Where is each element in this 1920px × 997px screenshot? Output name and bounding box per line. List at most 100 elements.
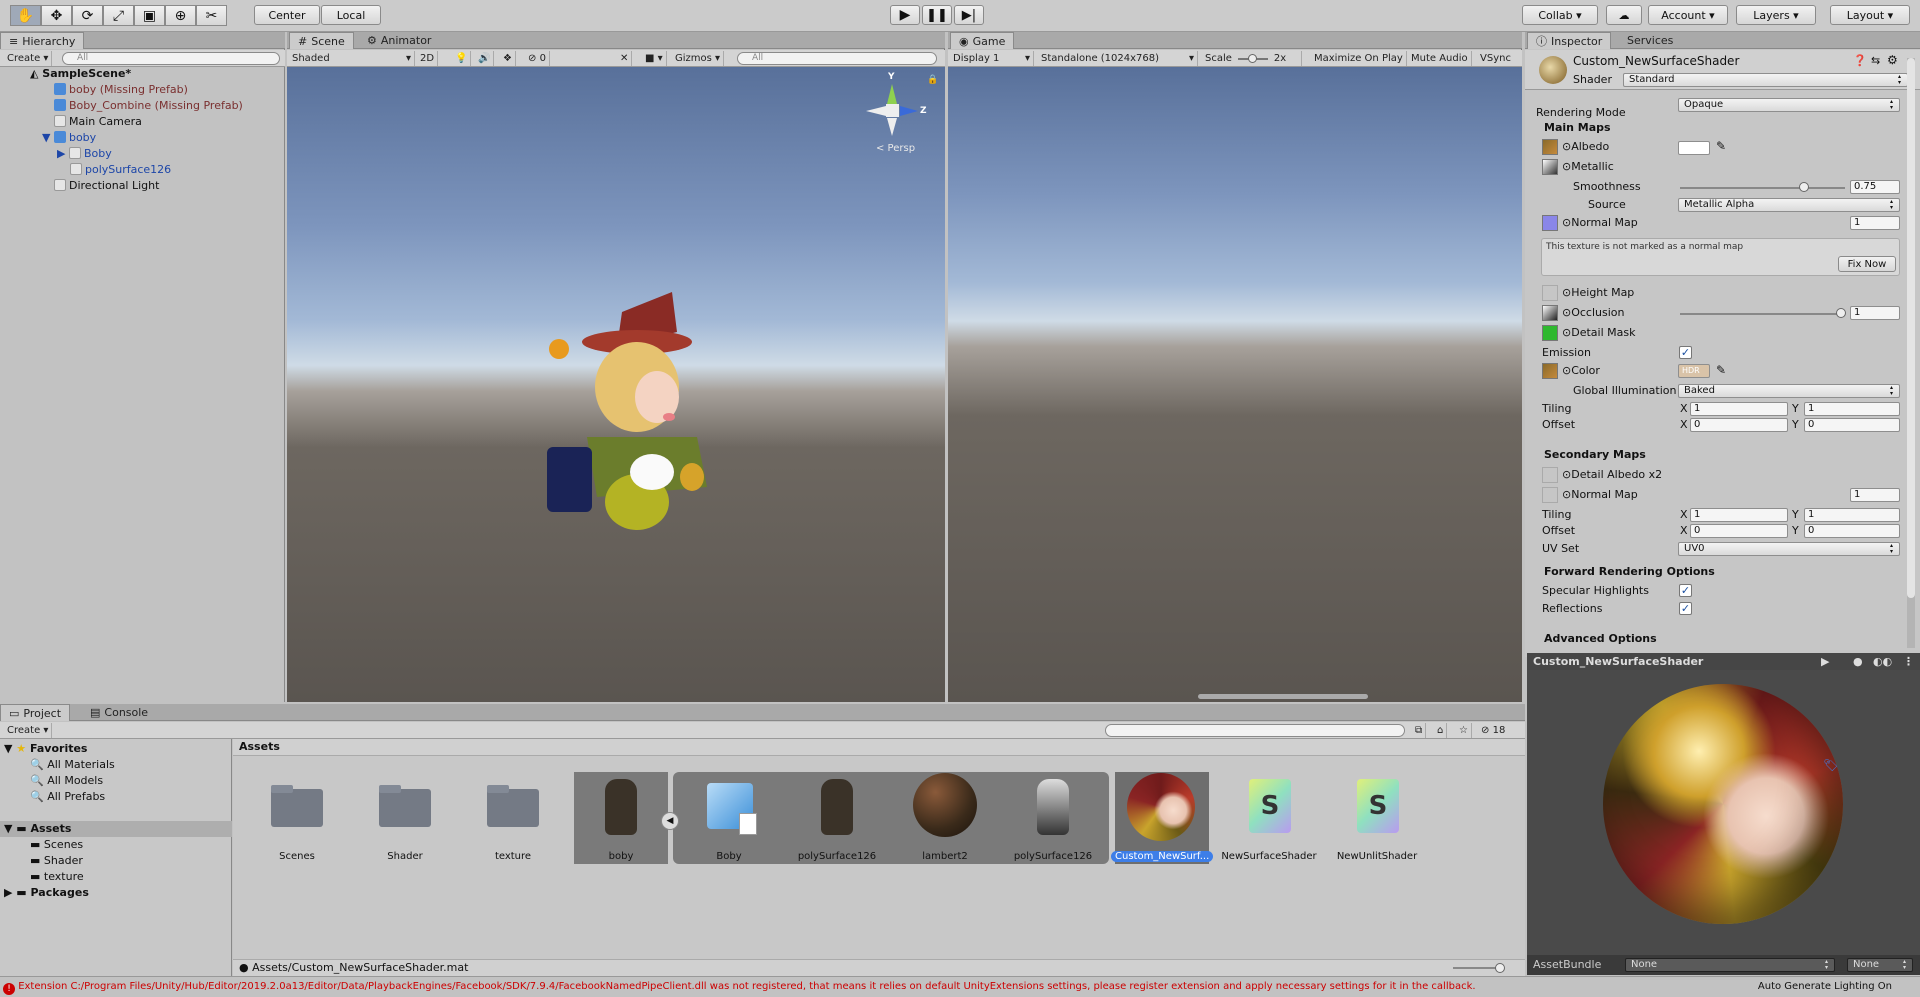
pause-icon[interactable]: ❚❚ — [922, 5, 952, 25]
step-icon[interactable]: ▶| — [954, 5, 984, 25]
collapse-arrow-icon[interactable]: ▶ — [57, 147, 69, 160]
albedo-texture-slot[interactable] — [1542, 139, 1558, 155]
resolution-dropdown[interactable]: Standalone (1024x768) ▾ — [1038, 51, 1198, 66]
y-axis-cone[interactable] — [887, 84, 897, 104]
game-scrollbar[interactable] — [1198, 694, 1368, 699]
favorites-node[interactable]: ▼ ★ Favorites — [4, 741, 87, 757]
asset-tile[interactable]: polySurface126 — [787, 779, 887, 862]
specular-checkbox[interactable]: ✓ — [1679, 584, 1692, 597]
layers-dropdown[interactable]: Layers ▾ — [1736, 5, 1816, 25]
tab-game[interactable]: ◉ Game — [950, 32, 1015, 49]
audio-icon[interactable]: 🔊 — [475, 51, 495, 66]
asset-tile[interactable]: S NewUnlitShader — [1327, 779, 1427, 862]
preview-play-icon[interactable]: ▶ — [1821, 653, 1829, 670]
list-item[interactable]: polySurface126 — [70, 162, 171, 178]
preview-menu-icon[interactable]: ⋮ — [1903, 653, 1914, 670]
rect-tool-icon[interactable]: ▣ — [134, 5, 165, 26]
camera-icon[interactable]: ■ ▾ — [642, 51, 667, 66]
preview-sphere-icon[interactable]: ● — [1853, 653, 1863, 670]
emission-checkbox[interactable]: ✓ — [1679, 346, 1692, 359]
persp-label[interactable]: < Persp — [876, 143, 915, 154]
layout-dropdown[interactable]: Layout ▾ — [1830, 5, 1910, 25]
tiling-y-field[interactable]: 1 — [1804, 402, 1900, 416]
scale-tool-icon[interactable]: ⤢ — [103, 5, 134, 26]
rotate-tool-icon[interactable]: ⟳ — [72, 5, 103, 26]
eyedropper-icon[interactable]: ✎ — [1716, 139, 1726, 153]
scene-viewport[interactable]: Y Z < Persp 🔒 — [287, 67, 945, 702]
shader-dropdown[interactable]: Standard — [1623, 73, 1908, 87]
neg-y-axis-cone[interactable] — [887, 118, 897, 136]
normal-scale-field[interactable]: 1 — [1850, 216, 1900, 230]
tag-icon[interactable]: 🏷 — [1823, 758, 1838, 772]
favorite-item[interactable]: 🔍 All Prefabs — [30, 789, 105, 805]
uv-set-dropdown[interactable]: UV0 — [1678, 542, 1900, 556]
tab-inspector[interactable]: ⓘ Inspector — [1527, 32, 1612, 49]
folder-item[interactable]: ▬ texture — [30, 869, 84, 885]
pivot-local-button[interactable]: Local — [321, 5, 381, 25]
expand-arrow-icon[interactable]: ▼ — [4, 822, 16, 835]
tiling-x-field[interactable]: 1 — [1690, 402, 1788, 416]
tab-console[interactable]: ▤ Console — [82, 704, 156, 721]
list-item[interactable]: ▶ Boby — [57, 146, 112, 162]
smoothness-slider[interactable] — [1680, 187, 1845, 189]
reflections-checkbox[interactable]: ✓ — [1679, 602, 1692, 615]
asset-tile[interactable]: texture — [463, 779, 563, 862]
offset2-x-field[interactable]: 0 — [1690, 524, 1788, 538]
favorite-item[interactable]: 🔍 All Materials — [30, 757, 115, 773]
asset-tile[interactable]: boby — [571, 779, 671, 862]
asset-tile[interactable]: S NewSurfaceShader — [1219, 779, 1319, 862]
assets-node[interactable]: ▼ ▬ Assets — [0, 821, 232, 837]
folder-item[interactable]: ▬ Shader — [30, 853, 83, 869]
hidden-objects-toggle[interactable]: ⊘ 0 — [525, 51, 550, 66]
inspector-scrollbar[interactable] — [1907, 58, 1915, 648]
occlusion-field[interactable]: 1 — [1850, 306, 1900, 320]
display-dropdown[interactable]: Display 1 ▾ — [950, 51, 1034, 66]
project-create-button[interactable]: Create ▾ — [4, 723, 53, 738]
emission-texture-slot[interactable] — [1542, 363, 1558, 379]
folder-item[interactable]: ▬ Scenes — [30, 837, 83, 853]
pivot-center-button[interactable]: Center — [254, 5, 320, 25]
custom-tool-icon[interactable]: ✂ — [196, 5, 227, 26]
list-item[interactable]: Boby_Combine (Missing Prefab) — [54, 98, 243, 114]
tab-hierarchy[interactable]: ≡ Hierarchy — [0, 32, 85, 49]
x-axis-cone[interactable] — [866, 106, 886, 116]
move-tool-icon[interactable]: ✥ — [41, 5, 72, 26]
character-model[interactable] — [527, 287, 727, 557]
scene-search-input[interactable]: All — [737, 52, 937, 65]
asset-tile[interactable]: Shader — [355, 779, 455, 862]
tab-services[interactable]: Services — [1619, 32, 1681, 49]
collab-button[interactable]: Collab ▾ — [1522, 5, 1598, 25]
shading-dropdown[interactable]: Shaded ▾ — [289, 51, 415, 66]
gizmo-center-cube[interactable] — [886, 104, 899, 117]
vsync-toggle[interactable]: VSync — [1477, 51, 1514, 66]
hidden-packages-toggle[interactable]: ⊘ 18 — [1478, 723, 1508, 738]
occlusion-slider[interactable] — [1680, 313, 1845, 315]
normal-map-texture-slot[interactable] — [1542, 215, 1558, 231]
tab-scene[interactable]: # Scene — [289, 32, 354, 49]
detail-albedo-texture-slot[interactable] — [1542, 467, 1558, 483]
height-map-texture-slot[interactable] — [1542, 285, 1558, 301]
gear-icon[interactable]: ⚙ — [1887, 53, 1898, 67]
favorite-star-icon[interactable]: ☆ — [1456, 723, 1472, 738]
filter-type-icon[interactable]: ⧉ — [1412, 723, 1427, 738]
zoom-slider-knob[interactable] — [1495, 963, 1505, 973]
rendering-mode-dropdown[interactable]: Opaque — [1678, 98, 1900, 112]
orientation-gizmo[interactable]: Y Z < Persp — [862, 72, 932, 154]
game-viewport[interactable] — [948, 67, 1522, 702]
gi-dropdown[interactable]: Baked — [1678, 384, 1900, 398]
asset-tile[interactable]: polySurface126 — [1003, 779, 1103, 862]
emission-hdr-swatch[interactable]: HDR — [1678, 364, 1710, 378]
lighting-icon[interactable]: 💡 — [452, 51, 472, 66]
effects-icon[interactable]: ❖ — [500, 51, 516, 66]
occlusion-texture-slot[interactable] — [1542, 305, 1558, 321]
play-icon[interactable]: ▶ — [890, 5, 920, 25]
asset-tile[interactable]: Scenes — [247, 779, 347, 862]
list-item[interactable]: Main Camera — [54, 114, 142, 130]
project-search-input[interactable] — [1105, 724, 1405, 737]
smoothness-slider-knob[interactable] — [1798, 182, 1809, 192]
hierarchy-search-input[interactable]: All — [62, 52, 280, 65]
tab-project[interactable]: ▭ Project — [0, 704, 71, 721]
gizmos-dropdown[interactable]: Gizmos ▾ — [672, 51, 725, 66]
albedo-color-swatch[interactable] — [1678, 141, 1710, 155]
preset-icon[interactable]: ⇆ — [1871, 54, 1880, 67]
